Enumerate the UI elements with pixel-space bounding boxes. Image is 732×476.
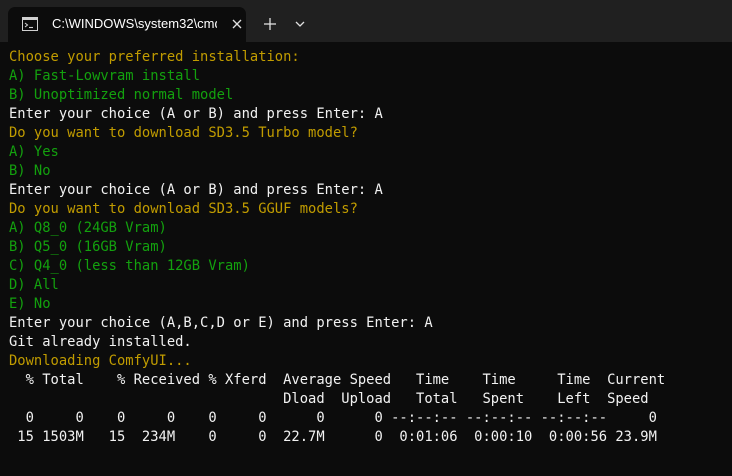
terminal-line: Enter your choice (A or B) and press Ent… [9, 106, 383, 122]
chevron-down-icon[interactable] [290, 12, 310, 36]
terminal-line: B) Unoptimized normal model [9, 87, 234, 103]
terminal-line: C) Q4_0 (less than 12GB Vram) [9, 258, 250, 274]
terminal-line: A) Fast-Lowvram install [9, 68, 201, 84]
terminal-line: 0 0 0 0 0 0 0 0 --:--:-- --:--:-- --:--:… [9, 410, 657, 426]
terminal-line: Enter your choice (A,B,C,D or E) and pre… [9, 315, 433, 331]
title-bar: C:\WINDOWS\system32\cmd. [0, 0, 732, 42]
terminal-output[interactable]: Choose your preferred installation: A) Fa… [9, 48, 729, 472]
terminal-line: 15 1503M 15 234M 0 0 22.7M 0 0:01:06 0:0… [9, 429, 657, 445]
terminal-line: Enter your choice (A or B) and press Ent… [9, 182, 383, 198]
terminal-line: Do you want to download SD3.5 GGUF model… [9, 201, 358, 217]
tab-title: C:\WINDOWS\system32\cmd. [52, 16, 217, 31]
close-icon[interactable] [230, 17, 244, 31]
tab-cmd[interactable]: C:\WINDOWS\system32\cmd. [8, 7, 246, 42]
console-icon [22, 17, 38, 31]
terminal-line: D) All [9, 277, 59, 293]
terminal-line: Downloading ComfyUI... [9, 353, 192, 369]
terminal-line: A) Yes [9, 144, 59, 160]
plus-icon[interactable] [258, 12, 282, 36]
terminal-window: C:\WINDOWS\system32\cmd. Choose your pre… [0, 0, 732, 476]
terminal-line: % Total % Received % Xferd Average Speed… [9, 372, 666, 388]
terminal-line: B) No [9, 163, 51, 179]
terminal-line: A) Q8_0 (24GB Vram) [9, 220, 167, 236]
terminal-line: E) No [9, 296, 51, 312]
terminal-line: Dload Upload Total Spent Left Speed [9, 391, 649, 407]
terminal-line: Do you want to download SD3.5 Turbo mode… [9, 125, 358, 141]
terminal-line: Choose your preferred installation: [9, 49, 300, 65]
terminal-line: Git already installed. [9, 334, 192, 350]
terminal-line: B) Q5_0 (16GB Vram) [9, 239, 167, 255]
